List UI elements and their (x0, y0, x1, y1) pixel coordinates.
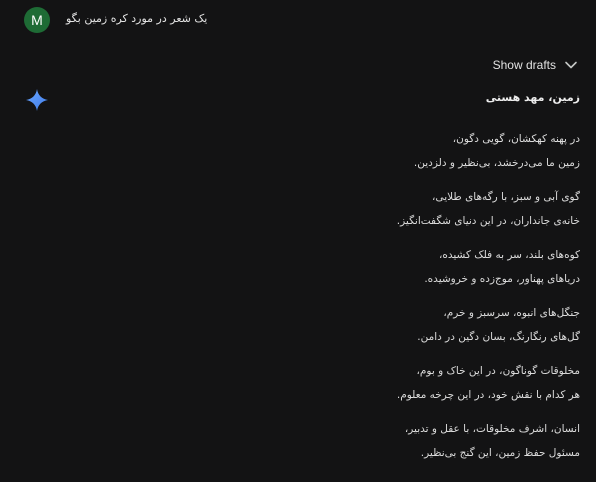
poem-line: کوه‌های بلند، سر به فلک کشیده، (438, 249, 580, 261)
chat-page: M یک شعر در مورد کره زمین بگو Show draft… (0, 0, 596, 482)
poem-title: زمین، مهد هستی (485, 91, 580, 104)
poem-stanza: در پهنه کهکشان، گویی دگون، زمین ما می‌در… (60, 127, 580, 175)
poem-line: مسئول حفظ زمین، این گنج بی‌نظیر. (420, 447, 580, 459)
poem-line: گل‌های رنگارنگ، بسان دگین در دامن. (417, 331, 580, 343)
poem-line: در پهنه کهکشان، گویی دگون، (452, 133, 580, 145)
chevron-down-icon (565, 61, 577, 69)
poem-line: جنگل‌های انبوه، سرسبز و خرم، (443, 307, 580, 319)
show-drafts-button[interactable]: Show drafts (493, 58, 578, 72)
poem-line: انسان، اشرف مخلوقات، با عقل و تدبیر، (404, 423, 580, 435)
poem-stanza: مخلوقات گوناگون، در این خاک و بوم، هر کد… (60, 359, 580, 407)
poem-line: دریاهای پهناور، موج‌زده و خروشیده. (424, 273, 580, 285)
poem-line: خانه‌ی جانداران، در این دنیای شگفت‌انگیز… (396, 215, 580, 227)
assistant-response: زمین، مهد هستی در پهنه کهکشان، گویی دگون… (60, 91, 580, 475)
avatar[interactable]: M (24, 7, 50, 33)
sparkle-icon (26, 89, 48, 111)
poem-line: زمین ما می‌درخشد، بی‌نظیر و دلزدین. (413, 157, 580, 169)
poem-line: گوی آبی و سبز، با رگه‌های طلایی، (432, 191, 580, 203)
poem-line: مخلوقات گوناگون، در این خاک و بوم، (416, 365, 580, 377)
show-drafts-label: Show drafts (492, 58, 556, 72)
poem-stanza: کوه‌های بلند، سر به فلک کشیده، دریاهای پ… (60, 243, 580, 291)
user-prompt: یک شعر در مورد کره زمین بگو (66, 12, 208, 25)
poem-stanza: جنگل‌های انبوه، سرسبز و خرم، گل‌های رنگا… (60, 301, 580, 349)
poem-line: هر کدام با نقش خود، در این چرخه معلوم. (396, 389, 580, 401)
poem-stanza: انسان، اشرف مخلوقات، با عقل و تدبیر، مسئ… (60, 417, 580, 465)
poem-stanza: گوی آبی و سبز، با رگه‌های طلایی، خانه‌ی … (60, 185, 580, 233)
